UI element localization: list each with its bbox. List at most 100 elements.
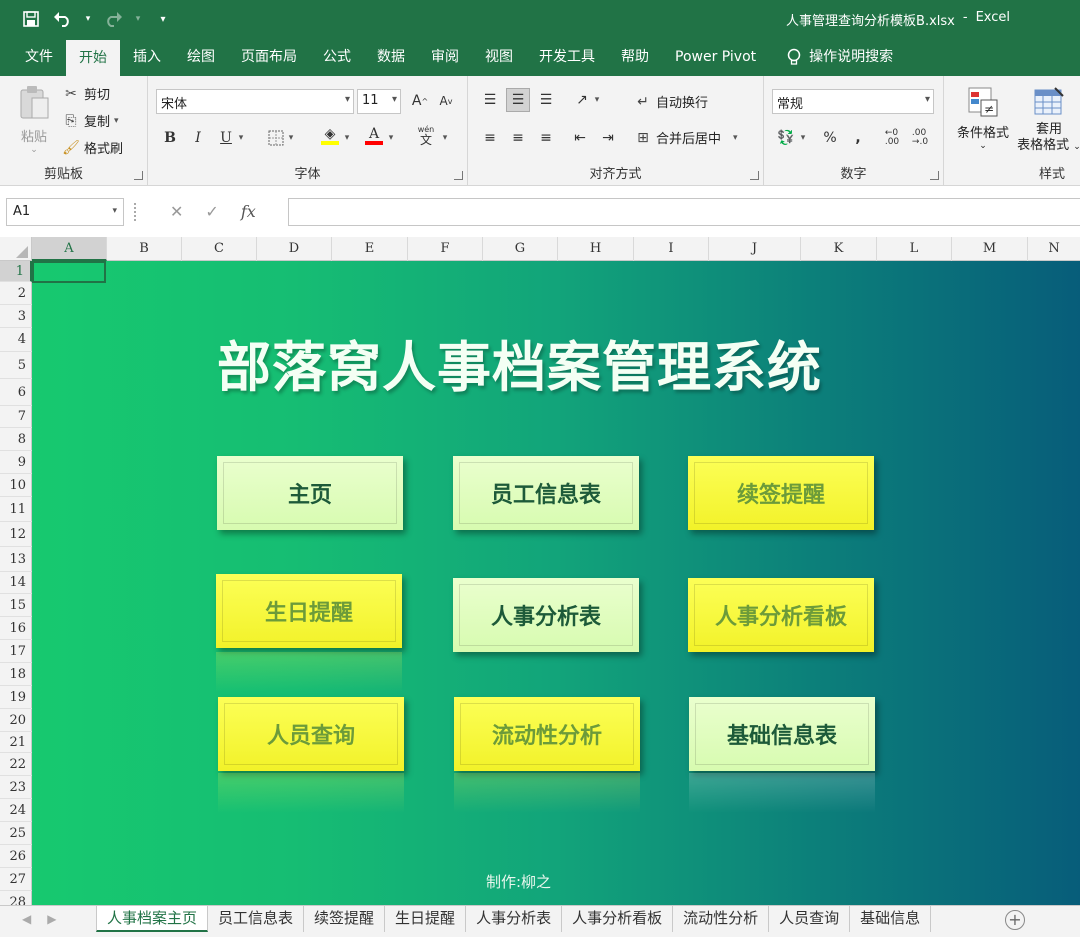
column-header-g[interactable]: G — [483, 237, 558, 261]
formula-bar-grip[interactable] — [134, 203, 136, 221]
row-header-13[interactable]: 13 — [0, 547, 32, 572]
percent-button[interactable]: % — [818, 126, 842, 150]
accounting-format-button[interactable]: 💱 — [774, 126, 798, 150]
name-box[interactable]: A1 ▾ — [6, 198, 124, 226]
decrease-indent-button[interactable]: ⇤ — [568, 126, 592, 150]
sheet-tab-turnover-analysis[interactable]: 流动性分析 — [673, 906, 770, 932]
tab-review[interactable]: 审阅 — [418, 38, 472, 76]
nav-button-renewal-reminder[interactable]: 续签提醒 — [688, 456, 874, 530]
align-center-button[interactable]: ≡ — [506, 126, 530, 150]
tell-me-search[interactable]: 操作说明搜索 — [769, 38, 906, 76]
tab-developer[interactable]: 开发工具 — [526, 38, 608, 76]
row-header-23[interactable]: 23 — [0, 776, 32, 799]
scroll-left-icon[interactable]: ◀ — [22, 912, 31, 926]
redo-icon[interactable] — [102, 8, 124, 30]
sheet-tab-employee-info[interactable]: 员工信息表 — [208, 906, 305, 932]
row-header-18[interactable]: 18 — [0, 663, 32, 686]
sheet-tab-hr-analysis[interactable]: 人事分析表 — [466, 906, 563, 932]
confirm-entry-icon[interactable]: ✓ — [205, 202, 218, 221]
undo-dropdown-icon[interactable]: ▾ — [84, 8, 92, 30]
nav-button-home[interactable]: 主页 — [217, 456, 403, 530]
font-launcher-icon[interactable] — [454, 171, 463, 180]
borders-dropdown[interactable]: ▾ — [284, 126, 298, 150]
save-icon[interactable] — [20, 8, 42, 30]
paste-button[interactable]: 粘贴 ⌄ — [14, 84, 54, 155]
nav-button-basic-info[interactable]: 基础信息表 — [689, 697, 875, 771]
row-header-2[interactable]: 2 — [0, 282, 32, 305]
column-header-c[interactable]: C — [182, 237, 257, 261]
italic-button[interactable]: I — [186, 126, 210, 150]
tab-page-layout[interactable]: 页面布局 — [228, 38, 310, 76]
accounting-dropdown[interactable]: ▾ — [796, 126, 810, 150]
customize-qat-icon[interactable]: ▾ — [152, 8, 174, 30]
row-header-16[interactable]: 16 — [0, 617, 32, 640]
row-header-8[interactable]: 8 — [0, 428, 32, 451]
redo-dropdown-icon[interactable]: ▾ — [134, 8, 142, 30]
font-size-select[interactable]: 11 ▾ — [357, 89, 401, 114]
comma-button[interactable]: , — [846, 126, 870, 150]
align-right-button[interactable]: ≡ — [534, 126, 558, 150]
nav-button-hr-analysis[interactable]: 人事分析表 — [453, 578, 639, 652]
font-color-dropdown[interactable]: ▾ — [384, 126, 398, 150]
column-header-k[interactable]: K — [801, 237, 877, 261]
row-header-4[interactable]: 4 — [0, 328, 32, 352]
row-header-21[interactable]: 21 — [0, 732, 32, 753]
row-header-14[interactable]: 14 — [0, 572, 32, 594]
nav-button-birthday-reminder[interactable]: 生日提醒 — [216, 574, 402, 648]
align-bottom-button[interactable]: ☰ — [534, 88, 558, 112]
row-header-5[interactable]: 5 — [0, 352, 32, 379]
alignment-launcher-icon[interactable] — [750, 171, 759, 180]
tab-file[interactable]: 文件 — [12, 38, 66, 76]
format-as-table-button[interactable]: 套用 表格格式 ⌄ — [1014, 86, 1080, 155]
align-left-button[interactable]: ≡ — [478, 126, 502, 150]
tab-draw[interactable]: 绘图 — [174, 38, 228, 76]
number-format-select[interactable]: 常规 ▾ — [772, 89, 934, 114]
sheet-tab-hr-dashboard[interactable]: 人事分析看板 — [562, 906, 674, 932]
row-header-11[interactable]: 11 — [0, 497, 32, 522]
scroll-right-icon[interactable]: ▶ — [47, 912, 56, 926]
sheet-tab-basic-info[interactable]: 基础信息 — [850, 906, 932, 932]
undo-icon[interactable] — [52, 8, 74, 30]
row-header-9[interactable]: 9 — [0, 451, 32, 474]
row-header-25[interactable]: 25 — [0, 822, 32, 845]
column-header-f[interactable]: F — [408, 237, 483, 261]
copy-button[interactable]: ⎘ 复制 ▾ — [62, 111, 118, 131]
bold-button[interactable]: B — [158, 126, 182, 150]
decrease-decimal-button[interactable]: .00 →.0 — [908, 126, 932, 150]
merge-center-button[interactable]: ⊞ 合并后居中 ▾ — [634, 128, 737, 148]
column-header-l[interactable]: L — [877, 237, 952, 261]
row-header-27[interactable]: 27 — [0, 868, 32, 891]
font-color-button[interactable]: A — [362, 124, 386, 148]
sheet-tab-birthday-reminder[interactable]: 生日提醒 — [385, 906, 467, 932]
row-header-19[interactable]: 19 — [0, 686, 32, 709]
grow-font-button[interactable]: A ^ — [408, 89, 432, 113]
row-header-24[interactable]: 24 — [0, 799, 32, 822]
row-header-20[interactable]: 20 — [0, 709, 32, 732]
select-all-button[interactable] — [0, 237, 32, 261]
row-header-26[interactable]: 26 — [0, 845, 32, 868]
increase-indent-button[interactable]: ⇥ — [596, 126, 620, 150]
tab-power-pivot[interactable]: Power Pivot — [662, 38, 769, 76]
sheet-tab-renewal-reminder[interactable]: 续签提醒 — [304, 906, 386, 932]
nav-button-staff-query[interactable]: 人员查询 — [218, 697, 404, 771]
tab-insert[interactable]: 插入 — [120, 38, 174, 76]
column-header-m[interactable]: M — [952, 237, 1028, 261]
nav-button-hr-dashboard[interactable]: 人事分析看板 — [688, 578, 874, 652]
tab-help[interactable]: 帮助 — [608, 38, 662, 76]
column-header-i[interactable]: I — [634, 237, 709, 261]
column-header-n[interactable]: N — [1028, 237, 1080, 261]
formula-input[interactable] — [288, 198, 1080, 226]
row-header-6[interactable]: 6 — [0, 379, 32, 406]
column-header-a[interactable]: A — [32, 237, 107, 261]
add-sheet-button[interactable]: + — [1005, 910, 1025, 930]
cut-button[interactable]: ✂ 剪切 — [62, 84, 110, 104]
clipboard-launcher-icon[interactable] — [134, 171, 143, 180]
column-header-b[interactable]: B — [107, 237, 182, 261]
underline-dropdown[interactable]: ▾ — [234, 126, 248, 150]
fill-color-dropdown[interactable]: ▾ — [340, 126, 354, 150]
shrink-font-button[interactable]: Av — [434, 89, 458, 113]
nav-button-turnover-analysis[interactable]: 流动性分析 — [454, 697, 640, 771]
align-middle-button[interactable]: ☰ — [506, 88, 530, 112]
wrap-text-button[interactable]: ↵ 自动换行 — [634, 92, 708, 112]
align-top-button[interactable]: ☰ — [478, 88, 502, 112]
